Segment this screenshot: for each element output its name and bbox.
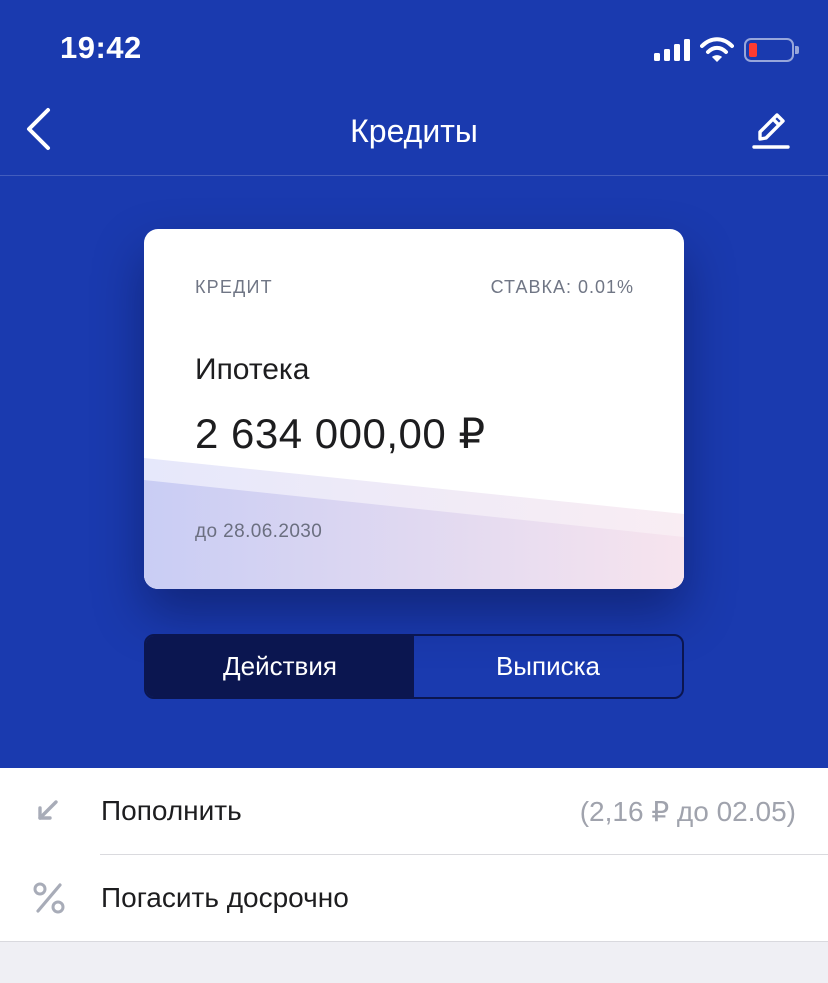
- card-due-date: до 28.06.2030: [195, 521, 323, 542]
- wifi-icon: [700, 37, 734, 62]
- status-time: 19:42: [60, 30, 142, 65]
- card-product-name: Ипотека: [195, 353, 310, 386]
- header-area: 19:42 Кредиты КРЕДИТ СТАВКА: 0.01% Ипоте…: [0, 0, 828, 768]
- percent-icon: [33, 882, 65, 914]
- edit-button[interactable]: [750, 110, 792, 152]
- loan-card[interactable]: КРЕДИТ СТАВКА: 0.01% Ипотека 2 634 000,0…: [144, 229, 684, 589]
- segment-actions[interactable]: Действия: [146, 636, 414, 697]
- pencil-icon: [752, 113, 790, 149]
- cellular-signal-icon: [654, 39, 690, 61]
- list-item-topup[interactable]: Пополнить (2,16 ₽ до 02.05): [0, 768, 828, 855]
- actions-list: Пополнить (2,16 ₽ до 02.05) Погасить дос…: [0, 768, 828, 942]
- card-amount: 2 634 000,00 ₽: [195, 410, 486, 457]
- arrow-down-left-icon: [38, 800, 58, 820]
- status-icons: [654, 36, 799, 64]
- battery-low-icon: [744, 38, 799, 62]
- list-item-early-repay[interactable]: Погасить досрочно: [0, 855, 828, 942]
- list-item-hint: (2,16 ₽ до 02.05): [579, 796, 796, 827]
- segmented-control: Действия Выписка: [144, 634, 684, 699]
- list-item-label: Погасить досрочно: [101, 882, 349, 913]
- nav-bar: Кредиты: [0, 86, 828, 176]
- list-item-label: Пополнить: [101, 795, 242, 826]
- segment-statement[interactable]: Выписка: [414, 636, 682, 697]
- card-rate-label: СТАВКА: 0.01%: [490, 277, 634, 297]
- page-title: Кредиты: [350, 113, 478, 149]
- card-type-label: КРЕДИТ: [195, 277, 273, 297]
